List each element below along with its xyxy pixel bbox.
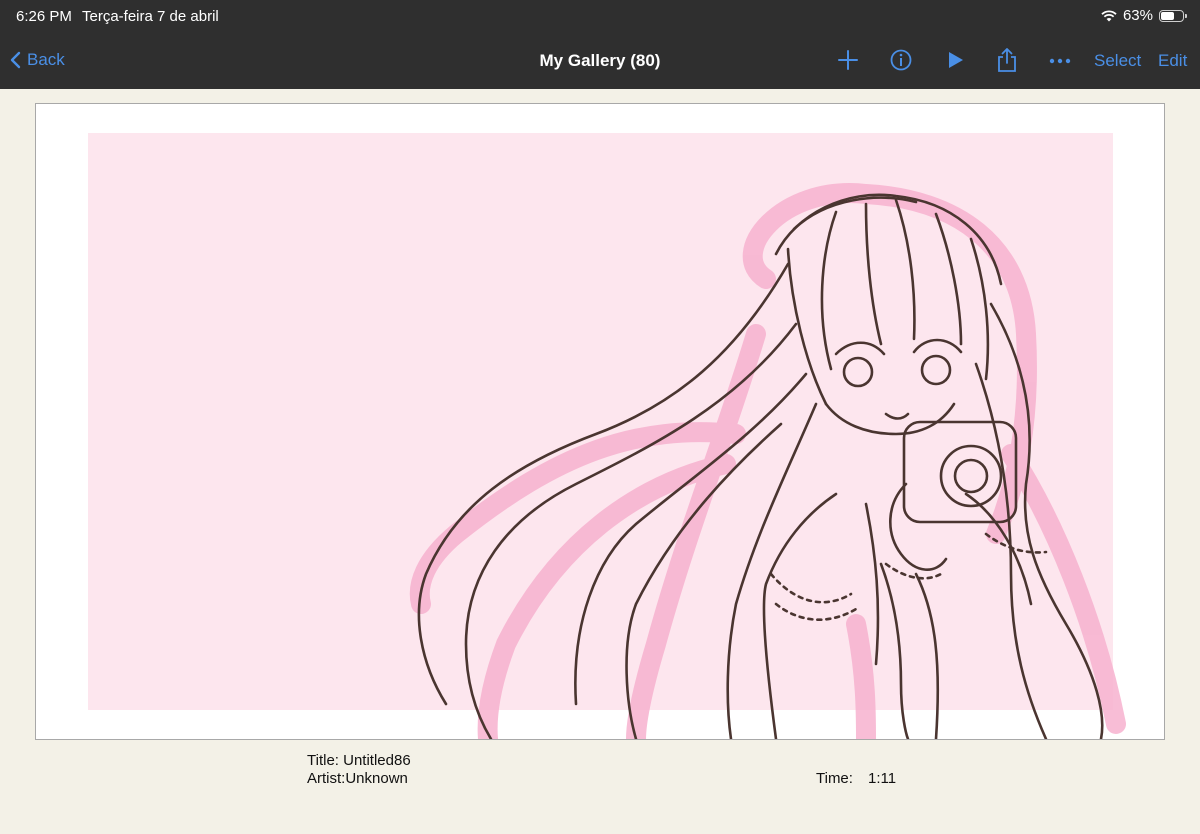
status-right: 63% — [1101, 7, 1187, 24]
edit-button[interactable]: Edit — [1158, 51, 1187, 71]
info-icon[interactable] — [890, 49, 912, 71]
top-bar: 6:26 PM Terça-feira 7 de abril 63% Back … — [0, 0, 1200, 89]
plus-icon[interactable] — [838, 49, 858, 71]
time-value: 1:11 — [868, 770, 897, 787]
battery-icon — [1159, 9, 1187, 22]
status-time: 6:26 PM — [16, 8, 72, 25]
page-title: My Gallery (80) — [539, 51, 661, 70]
artwork-image[interactable] — [36, 104, 1164, 739]
artwork-title: Title: Untitled86 — [307, 752, 411, 769]
battery-percent: 63% — [1122, 7, 1153, 24]
nav-bar: Back My Gallery (80) Select Edit — [0, 40, 1200, 80]
more-icon[interactable] — [1049, 58, 1071, 64]
status-date: Terça-feira 7 de abril — [82, 8, 219, 25]
time-label: Time: — [816, 770, 853, 787]
play-icon[interactable] — [947, 49, 965, 71]
artwork-artist: Artist:Unknown — [307, 770, 408, 787]
status-bar: 6:26 PM Terça-feira 7 de abril 63% — [0, 7, 1200, 27]
artwork-frame[interactable] — [35, 103, 1165, 740]
wifi-icon — [1101, 9, 1117, 21]
share-icon[interactable] — [997, 47, 1017, 73]
select-button[interactable]: Select — [1094, 51, 1141, 71]
